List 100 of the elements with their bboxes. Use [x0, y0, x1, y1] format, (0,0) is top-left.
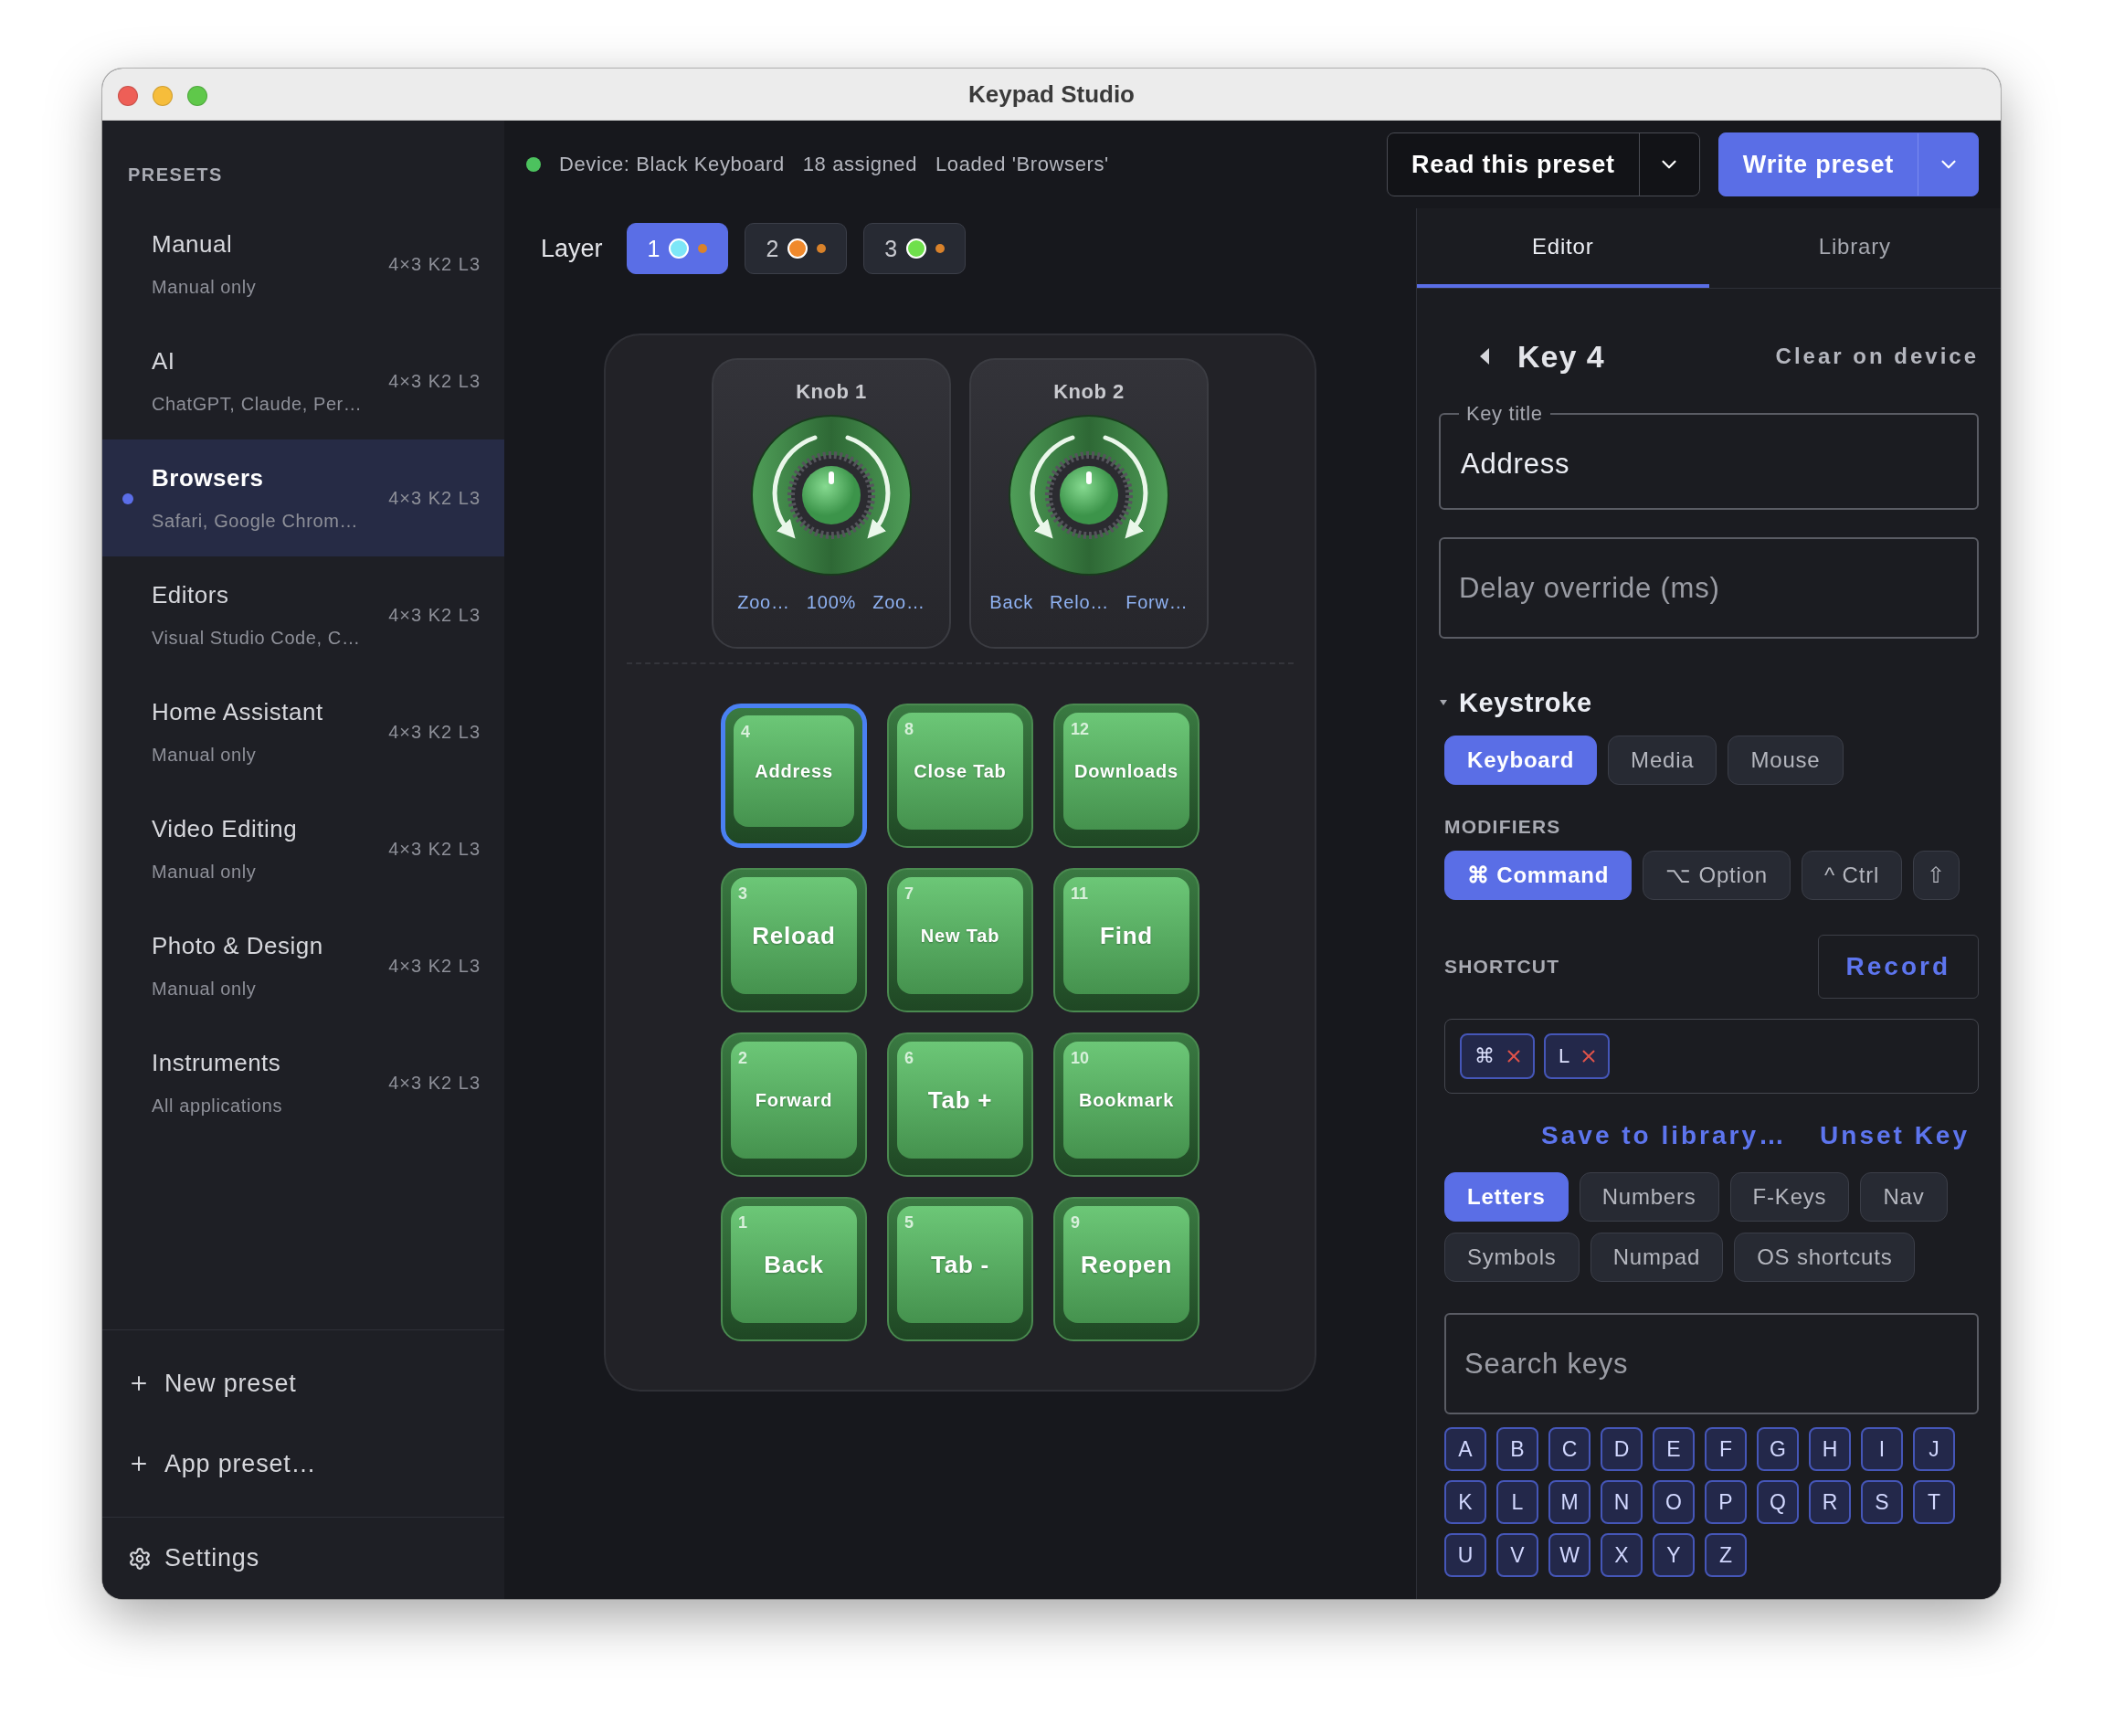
knob-action: Relo…	[1050, 592, 1110, 613]
preset-item[interactable]: Video Editing Manual only 4×3 K2 L3	[102, 790, 504, 907]
preset-item[interactable]: AI ChatGPT, Claude, Per… 4×3 K2 L3	[102, 323, 504, 439]
key-title: Back	[764, 1250, 824, 1279]
letter-key[interactable]: J	[1913, 1427, 1955, 1471]
disclosure-triangle-icon[interactable]	[1439, 698, 1448, 707]
search-keys-field[interactable]: Search keys	[1444, 1313, 1979, 1414]
knob-drawing[interactable]	[1007, 413, 1171, 577]
letter-key[interactable]: Q	[1757, 1480, 1799, 1524]
preset-item[interactable]: Editors Visual Studio Code, C… 4×3 K2 L3	[102, 556, 504, 673]
key-category-chip[interactable]: Numpad	[1590, 1233, 1724, 1282]
letter-key[interactable]: D	[1601, 1427, 1643, 1471]
key-category-chip[interactable]: Nav	[1860, 1172, 1948, 1222]
clear-on-device-link[interactable]: Clear on device	[1775, 344, 1979, 369]
letter-key[interactable]: O	[1653, 1480, 1695, 1524]
key-number: 1	[738, 1213, 747, 1233]
modifier-chip[interactable]: ⌥ Option	[1643, 851, 1791, 900]
preset-item[interactable]: Manual Manual only 4×3 K2 L3	[102, 206, 504, 323]
preset-name: Photo & Design	[152, 932, 324, 960]
key-number: 4	[741, 723, 750, 742]
field-label: Key title	[1465, 402, 1544, 426]
layer-tab[interactable]: 1	[626, 223, 729, 274]
key-category-chip[interactable]: F-Keys	[1729, 1172, 1850, 1222]
add-preset-button[interactable]: New preset	[102, 1343, 504, 1424]
letter-key[interactable]: U	[1444, 1533, 1486, 1577]
sidebar-heading: PRESETS	[127, 164, 224, 186]
letter-key[interactable]: E	[1653, 1427, 1695, 1471]
letter-key[interactable]: N	[1601, 1480, 1643, 1524]
preset-layout: 4×3 K2 L3	[388, 487, 481, 509]
letter-key[interactable]: R	[1809, 1480, 1851, 1524]
letter-key[interactable]: M	[1548, 1480, 1590, 1524]
action-link[interactable]: Save to library…	[1541, 1121, 1788, 1150]
layer-tab[interactable]: 2	[745, 223, 848, 274]
preset-item[interactable]: Home Assistant Manual only 4×3 K2 L3	[102, 673, 504, 790]
preset-item[interactable]: Photo & Design Manual only 4×3 K2 L3	[102, 907, 504, 1024]
preset-item[interactable]: Instruments All applications 4×3 K2 L3	[102, 1024, 504, 1141]
letter-key[interactable]: K	[1444, 1480, 1486, 1524]
key-category-chip[interactable]: Symbols	[1444, 1233, 1580, 1282]
letter-key[interactable]: F	[1705, 1427, 1747, 1471]
letter-key[interactable]: Y	[1653, 1533, 1695, 1577]
letter-key[interactable]: H	[1809, 1427, 1851, 1471]
key-title: Forward	[755, 1089, 833, 1111]
layer-tab[interactable]: 3	[863, 223, 967, 274]
action-link[interactable]: Unset Key	[1820, 1121, 1970, 1150]
letter-key[interactable]: P	[1705, 1480, 1747, 1524]
shortcut-field[interactable]: ⌘ L	[1444, 1019, 1979, 1094]
key-heading: Key 4	[1517, 338, 1605, 375]
preset-name: Instruments	[152, 1049, 282, 1077]
action-type-chip[interactable]: Mouse	[1728, 736, 1844, 785]
key-title: Address	[755, 760, 833, 782]
preset-apps: All applications	[152, 1096, 283, 1117]
key-title-input[interactable]: Address	[1459, 426, 1959, 503]
key-number: 10	[1071, 1049, 1090, 1068]
letter-key[interactable]: Z	[1705, 1533, 1747, 1577]
action-type-chip[interactable]: Keyboard	[1444, 736, 1598, 785]
preset-layout: 4×3 K2 L3	[388, 370, 481, 392]
preset-item[interactable]: Browsers Safari, Google Chrom… 4×3 K2 L3	[102, 439, 504, 556]
shortcut-label: SHORTCUT	[1444, 956, 1560, 978]
settings-button[interactable]: Settings	[102, 1517, 504, 1599]
preset-layout: 4×3 K2 L3	[388, 1072, 481, 1094]
close-window-button[interactable]	[118, 86, 138, 106]
layer-status-dot	[698, 244, 708, 253]
key-title: Tab +	[927, 1085, 993, 1115]
letter-key[interactable]: C	[1548, 1427, 1590, 1471]
letter-key[interactable]: I	[1861, 1427, 1903, 1471]
preset-apps: Visual Studio Code, C…	[152, 628, 362, 649]
knob-action: Zoo…	[872, 592, 925, 613]
panel-tab[interactable]: Library	[1708, 208, 2001, 288]
modifier-chip[interactable]: ⌘ Command	[1444, 851, 1633, 900]
key-number: 9	[1071, 1213, 1080, 1233]
letter-key[interactable]: V	[1496, 1533, 1538, 1577]
letter-key[interactable]: L	[1496, 1480, 1538, 1524]
back-icon[interactable]	[1479, 347, 1490, 365]
action-type-chip[interactable]: Media	[1608, 736, 1717, 785]
delay-field[interactable]: Delay override (ms)	[1439, 537, 1979, 639]
record-button[interactable]: Record	[1817, 935, 1979, 999]
device-status: Device: Black Keyboard	[559, 153, 785, 176]
letter-key[interactable]: G	[1757, 1427, 1799, 1471]
key-title: Reopen	[1080, 1250, 1173, 1279]
letter-key[interactable]: A	[1444, 1427, 1486, 1471]
key-category-chip[interactable]: Numbers	[1579, 1172, 1719, 1222]
knob-action: 100%	[806, 592, 857, 613]
key-number: 12	[1071, 720, 1090, 739]
modifier-chip[interactable]: ⇧	[1913, 851, 1960, 900]
add-preset-button[interactable]: App preset…	[102, 1424, 504, 1504]
preset-apps: Manual only	[152, 745, 258, 766]
preset-layout: 4×3 K2 L3	[388, 838, 481, 860]
letter-key[interactable]: X	[1601, 1533, 1643, 1577]
zoom-window-button[interactable]	[187, 86, 207, 106]
panel-tab[interactable]: Editor	[1417, 208, 1709, 288]
key-category-chip[interactable]: Letters	[1444, 1172, 1569, 1222]
key-title: Close Tab	[914, 760, 1007, 782]
knob-drawing[interactable]	[749, 413, 914, 577]
key-number: 3	[738, 884, 747, 904]
key-category-chip[interactable]: OS shortcuts	[1734, 1233, 1916, 1282]
letter-key[interactable]: S	[1861, 1480, 1903, 1524]
letter-key[interactable]: W	[1548, 1533, 1590, 1577]
letter-key[interactable]: B	[1496, 1427, 1538, 1471]
modifier-chip[interactable]: ^ Ctrl	[1802, 851, 1903, 900]
letter-key[interactable]: T	[1913, 1480, 1955, 1524]
